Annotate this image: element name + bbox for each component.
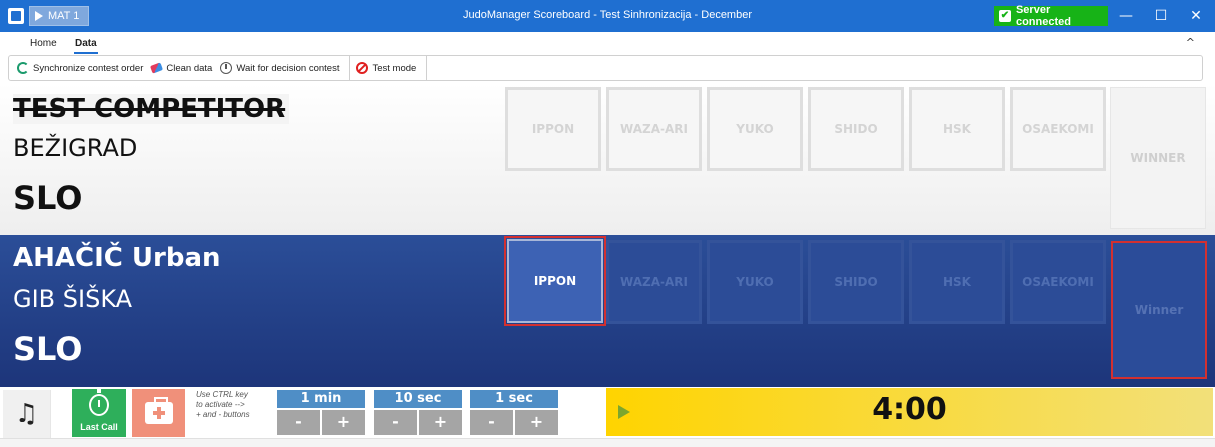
blue-yuko-button[interactable]: YUKO [707,240,803,324]
plus-1-min-button[interactable]: + [322,410,365,435]
server-status-text: Server connected [1015,4,1071,28]
wait-for-decision-contest-button[interactable]: Wait for decision contest [218,55,345,81]
blue-winner-button[interactable]: Winner [1111,241,1207,379]
white-competitor-name: TEST COMPETITOR [13,94,290,124]
blue-hsk-button[interactable]: HSK [909,240,1005,324]
server-status-badge: ✔ Server connected [994,4,1108,28]
adjust-title: 1 sec [470,390,558,408]
adjust-title: 10 sec [374,390,462,408]
toolbar-label: Wait for decision contest [236,62,340,74]
last-call-button[interactable]: Last Call [72,389,126,437]
last-call-label: Last Call [80,422,118,432]
blue-competitor-name: AHAČIČ Urban [13,243,221,273]
maximize-button[interactable]: ☐ [1145,5,1177,27]
plus-10-sec-button[interactable]: + [419,410,462,435]
white-waza-ari-button[interactable]: WAZA-ARI [606,87,702,171]
status-strip [0,438,1215,447]
music-button[interactable]: ♫ [3,390,51,438]
no-entry-icon [356,62,369,74]
minus-10-sec-button[interactable]: - [374,410,417,435]
collapse-ribbon-icon[interactable]: ^ [1186,36,1195,49]
blue-shido-button[interactable]: SHIDO [808,240,904,324]
white-osaekomi-button[interactable]: OSAEKOMI [1010,87,1106,171]
timer-value: 4:00 [872,392,947,427]
check-icon: ✔ [999,10,1011,22]
tab-data[interactable]: Data [74,38,98,54]
toolbar-label: Synchronize contest order [33,62,144,74]
clean-data-button[interactable]: Clean data [149,55,218,81]
blue-competitor-panel: AHAČIČ Urban GIB ŠIŠKA SLO IPPON WAZA-AR… [0,235,1215,387]
white-competitor-country: SLO [13,179,83,217]
ribbon-tabs: Home Data ^ [0,32,1215,54]
music-icon: ♫ [14,399,39,429]
blue-competitor-country: SLO [13,330,83,368]
synchronize-contest-order-button[interactable]: Synchronize contest order [15,55,149,81]
eraser-icon [150,62,164,74]
first-aid-kit-icon [144,397,173,424]
tab-home[interactable]: Home [30,38,57,49]
medical-button[interactable] [132,389,185,437]
minus-1-min-button[interactable]: - [277,410,320,435]
adjust-title: 1 min [277,390,365,408]
ribbon-toolbar: Synchronize contest order Clean data Wai… [8,55,1203,81]
plus-1-sec-button[interactable]: + [515,410,558,435]
sync-icon [17,62,29,74]
title-bar: MAT 1 JudoManager Scoreboard - Test Sinh… [0,0,1215,32]
white-competitor-panel: TEST COMPETITOR BEŽIGRAD SLO IPPON WAZA-… [0,84,1215,235]
white-winner-button[interactable]: WINNER [1110,87,1206,229]
toolbar-separator [349,55,351,81]
stopwatch-icon [220,62,233,74]
white-ippon-button[interactable]: IPPON [505,87,601,171]
white-yuko-button[interactable]: YUKO [707,87,803,171]
blue-osaekomi-button[interactable]: OSAEKOMI [1010,240,1106,324]
white-hsk-button[interactable]: HSK [909,87,1005,171]
blue-waza-ari-button[interactable]: WAZA-ARI [606,240,702,324]
adjust-10-sec: 10 sec - + [374,390,462,435]
blue-competitor-club: GIB ŠIŠKA [13,285,133,313]
toolbar-label: Clean data [166,62,213,74]
stopwatch-icon [89,389,109,416]
ctrl-key-hint: Use CTRL key to activate --> + and - but… [196,390,250,419]
close-button[interactable]: ✕ [1180,5,1212,27]
white-competitor-club: BEŽIGRAD [13,134,138,162]
adjust-1-min: 1 min - + [277,390,365,435]
blue-ippon-button[interactable]: IPPON [504,236,606,326]
white-shido-button[interactable]: SHIDO [808,87,904,171]
match-timer[interactable]: 4:00 [606,388,1213,436]
toolbar-separator [426,55,428,81]
minus-1-sec-button[interactable]: - [470,410,513,435]
minimize-button[interactable]: — [1110,5,1142,27]
toolbar-label: Test mode [372,62,417,74]
test-mode-button[interactable]: Test mode [354,55,422,81]
adjust-1-sec: 1 sec - + [470,390,558,435]
